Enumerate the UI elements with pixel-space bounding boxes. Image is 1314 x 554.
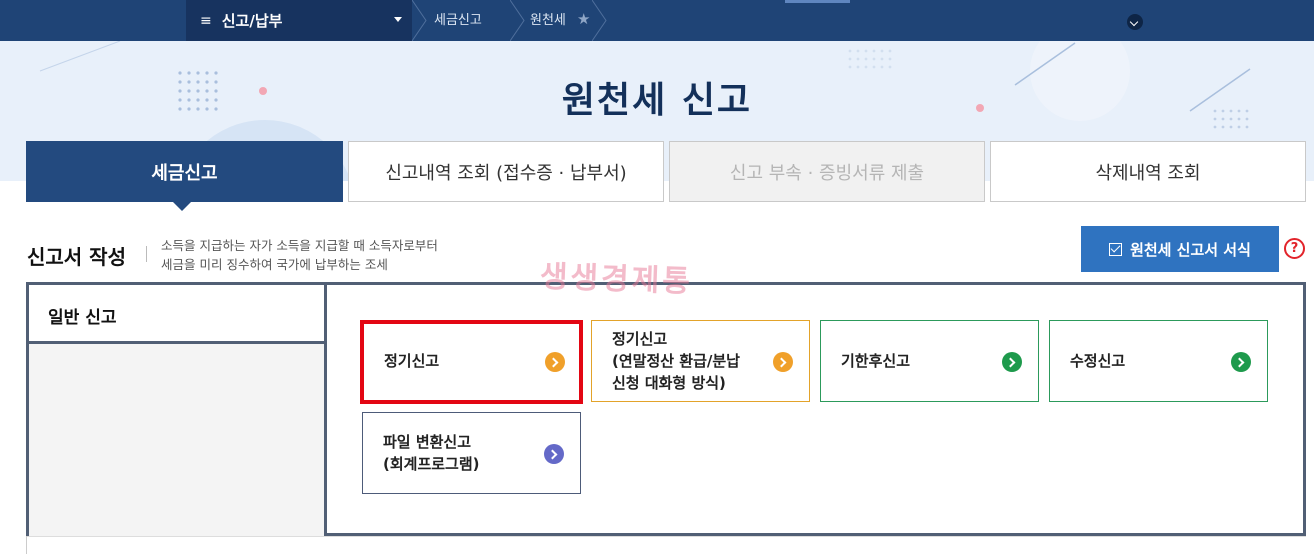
help-icon[interactable]: ? <box>1284 238 1305 259</box>
bottom-divider <box>26 536 1306 537</box>
form-template-label: 원천세 신고서 서식 <box>1130 240 1251 259</box>
breadcrumb-withholding-tax[interactable]: 원천세 <box>530 0 566 41</box>
tab-report-history[interactable]: 신고내역 조회 (접수증 · 납부서) <box>348 141 664 202</box>
section-title: 신고서 작성 <box>27 245 126 269</box>
report-type-panel: 일반 신고 <box>26 282 327 536</box>
card-regular-report-interactive[interactable]: 정기신고 (연말정산 환급/분납 신청 대화형 방식) <box>591 320 810 402</box>
watermark: 생생경제통 <box>539 259 694 300</box>
breadcrumb-separator-icon <box>592 0 607 41</box>
breadcrumb-dropdown-icon[interactable] <box>1127 14 1143 30</box>
card-label: 파일 변환신고 (회계프로그램) <box>383 433 480 473</box>
card-file-conversion-report[interactable]: 파일 변환신고 (회계프로그램) <box>362 412 581 494</box>
favorite-star-icon[interactable]: ★ <box>577 10 590 28</box>
breadcrumb-tax-report[interactable]: 세금신고 <box>434 0 482 41</box>
card-amended-report[interactable]: 수정신고 <box>1049 320 1268 402</box>
chevron-right-icon <box>773 352 793 372</box>
card-label: 정기신고 (연말정산 환급/분납 신청 대화형 방식) <box>612 330 740 392</box>
top-nav: ≡ 신고/납부 세금신고 원천세 ★ <box>0 0 1314 41</box>
card-label: 수정신고 <box>1070 352 1126 370</box>
card-regular-report[interactable]: 정기신고 <box>360 320 583 404</box>
section-divider <box>146 246 147 262</box>
active-tab-pointer <box>172 201 192 211</box>
card-label: 정기신고 <box>384 352 440 370</box>
breadcrumb-separator-icon <box>412 0 427 41</box>
section-desc-line1: 소득을 지급하는 자가 소득을 지급할 때 소득자로부터 <box>161 238 438 253</box>
panel-divider <box>324 341 327 536</box>
section-description: 소득을 지급하는 자가 소득을 지급할 때 소득자로부터 세금을 미리 징수하여… <box>161 236 438 274</box>
card-label: 기한후신고 <box>841 352 911 370</box>
nav-accent-line <box>785 0 850 3</box>
tab-tax-report[interactable]: 세금신고 <box>26 141 343 202</box>
form-template-button[interactable]: 원천세 신고서 서식 <box>1081 226 1279 272</box>
hamburger-icon: ≡ <box>200 12 212 29</box>
bottom-left-line <box>26 536 27 554</box>
chevron-right-icon <box>545 352 565 372</box>
tab-deleted-history[interactable]: 삭제내역 조회 <box>990 141 1306 202</box>
chevron-right-icon <box>1002 352 1022 372</box>
section-desc-line2: 세금을 미리 징수하여 국가에 납부하는 조세 <box>161 257 388 272</box>
card-late-report[interactable]: 기한후신고 <box>820 320 1039 402</box>
checkbox-edit-icon <box>1109 242 1123 256</box>
tab-general-report[interactable]: 일반 신고 <box>29 285 327 344</box>
breadcrumb-separator-icon <box>510 0 525 41</box>
page-title: 원천세 신고 <box>561 80 753 121</box>
chevron-right-icon <box>544 444 564 464</box>
menu-dropdown-button[interactable]: ≡ 신고/납부 <box>200 0 412 41</box>
tab-attachment-submission: 신고 부속 · 증빙서류 제출 <box>669 141 985 202</box>
chevron-right-icon <box>1231 352 1251 372</box>
menu-label: 신고/납부 <box>221 12 283 30</box>
general-report-label: 일반 신고 <box>48 308 117 328</box>
caret-down-icon <box>394 17 402 22</box>
